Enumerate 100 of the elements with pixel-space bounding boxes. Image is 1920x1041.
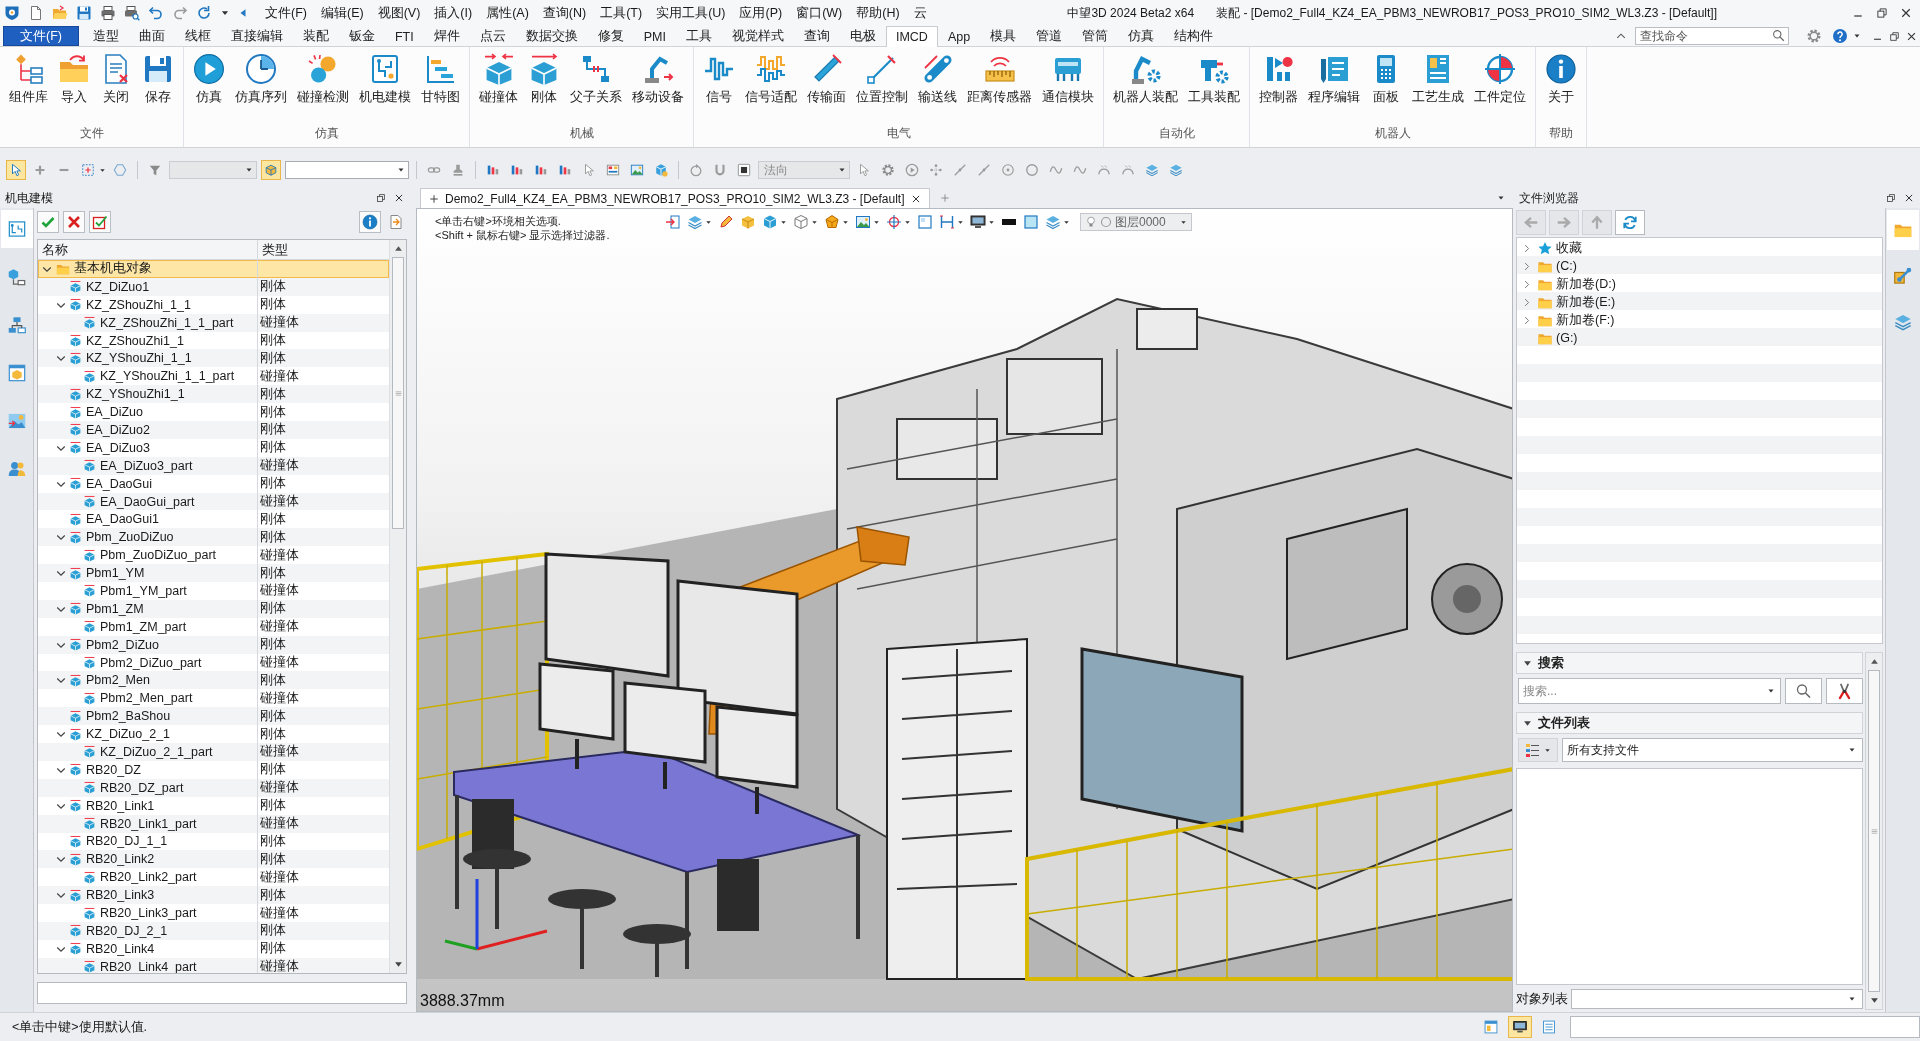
ribbon-button[interactable]: 仿真: [188, 52, 230, 107]
ribbon-button[interactable]: 传输面: [802, 52, 851, 107]
ribbon-tab[interactable]: 装配: [292, 26, 339, 46]
view-options-button[interactable]: [1518, 738, 1558, 762]
caret-down-icon[interactable]: [1497, 194, 1505, 202]
document-tab[interactable]: Demo2_Full4_KZ4_EA_PBM3_NEWROB17_POS3_PRO10_SIM2_WL3.Z3 - [Default]: [420, 188, 930, 208]
caret-down-icon[interactable]: [1180, 218, 1187, 226]
tree-row[interactable]: 基本机电对象: [38, 260, 389, 278]
cube-frame-icon[interactable]: [261, 160, 281, 180]
scrollbar-thumb[interactable]: [1868, 670, 1880, 992]
restore-icon[interactable]: [376, 193, 386, 203]
caret-down-icon[interactable]: [397, 166, 405, 174]
printer-icon[interactable]: [100, 5, 116, 21]
square-icon[interactable]: [917, 214, 933, 230]
search-field[interactable]: 搜索...: [1518, 678, 1781, 704]
ribbon-tab[interactable]: 数据交换: [515, 26, 588, 46]
ribbon-tab[interactable]: FTI: [384, 26, 424, 46]
menu-item[interactable]: 应用(P): [732, 0, 790, 26]
menu-item[interactable]: 帮助(H): [849, 0, 907, 26]
menu-item[interactable]: 查询(N): [535, 0, 594, 26]
tree-row[interactable]: Pbm2_BaShou 刚体: [38, 707, 389, 726]
menu-item[interactable]: 工具(T): [593, 0, 650, 26]
close-icon[interactable]: [1904, 193, 1914, 203]
file-menu-button[interactable]: 文件(F): [3, 26, 79, 46]
ribbon-button[interactable]: 工具装配: [1183, 52, 1245, 107]
filled-square-icon[interactable]: [1023, 214, 1039, 230]
refresh-icon[interactable]: [196, 5, 212, 21]
ribbon-tab[interactable]: 钣金: [338, 26, 385, 46]
restore-icon[interactable]: [1889, 30, 1900, 42]
layers-icon[interactable]: [1045, 214, 1061, 230]
ribbon-button[interactable]: 甘特图: [416, 52, 465, 107]
menu-item[interactable]: 属性(A): [479, 0, 536, 26]
ribbon-button[interactable]: 仿真序列: [230, 52, 292, 107]
ribbon-button[interactable]: 程序编辑: [1303, 52, 1365, 107]
ribbon-tab[interactable]: 查询: [793, 26, 840, 46]
crosshair-icon[interactable]: [886, 214, 902, 230]
tree-row[interactable]: KZ_DiZuo_2_1_part 碰撞体: [38, 743, 389, 761]
ribbon-tab[interactable]: 修复: [587, 26, 634, 46]
ribbon-button[interactable]: 关于: [1540, 52, 1582, 107]
ribbon-button[interactable]: 信号: [698, 52, 740, 107]
ribbon-tab[interactable]: 模具: [980, 26, 1027, 46]
ribbon-button[interactable]: 机器人装配: [1108, 52, 1183, 107]
triangle-down-icon[interactable]: [393, 960, 403, 970]
ribbon-button[interactable]: 通信模块: [1037, 52, 1099, 107]
caret-down-icon[interactable]: [1767, 687, 1775, 695]
exit-arrow-icon[interactable]: [665, 214, 681, 230]
ribbon-button[interactable]: 碰撞体: [474, 52, 523, 107]
tree-row[interactable]: Pbm2_Men 刚体: [38, 671, 389, 690]
menu-item[interactable]: 文件(F): [258, 0, 314, 26]
triangle-left-icon[interactable]: [238, 8, 248, 18]
caret-down-icon[interactable]: [1063, 218, 1070, 226]
file-tree-row[interactable]: (G:): [1517, 329, 1882, 347]
caret-down-icon[interactable]: [705, 218, 712, 226]
dimension-icon[interactable]: [939, 214, 955, 230]
ribbon-button[interactable]: 移动设备: [627, 52, 689, 107]
redo-icon[interactable]: [172, 5, 188, 21]
new-document-icon[interactable]: [28, 5, 44, 21]
pliers-icon[interactable]: [1826, 678, 1863, 704]
caret-down-icon[interactable]: [988, 218, 995, 226]
scrollbar[interactable]: [1865, 652, 1883, 1010]
ribbon-button[interactable]: 碰撞检测: [292, 52, 354, 107]
layer-dropdown[interactable]: 图层0000: [1080, 213, 1192, 231]
tree-row[interactable]: EA_DiZuo2 刚体: [38, 421, 389, 439]
save-icon[interactable]: [76, 5, 92, 21]
circuit-icon[interactable]: [0, 210, 33, 248]
tree-row[interactable]: KZ_YShouZhi_1_1 刚体: [38, 349, 389, 368]
file-tree-row[interactable]: 新加卷(F:): [1517, 311, 1882, 329]
monitor-icon[interactable]: [970, 214, 986, 230]
cube-wire-icon[interactable]: [793, 214, 809, 230]
ribbon-button[interactable]: 机电建模: [354, 52, 416, 107]
menu-item[interactable]: 编辑(E): [313, 0, 371, 26]
monitor-icon[interactable]: [1508, 1016, 1532, 1038]
menu-item[interactable]: 实用工具(U): [649, 0, 733, 26]
help-icon[interactable]: [1832, 28, 1848, 44]
info-icon[interactable]: [359, 211, 381, 233]
ribbon-button[interactable]: 信号适配: [740, 52, 802, 107]
menu-item[interactable]: 窗口(W): [789, 0, 850, 26]
cube-icon[interactable]: [762, 214, 778, 230]
command-search-field[interactable]: 查找命令: [1635, 27, 1789, 45]
ribbon-tab[interactable]: 管道: [1026, 26, 1073, 46]
polyhedron-icon[interactable]: [824, 214, 840, 230]
ribbon-tab[interactable]: PMI: [633, 26, 676, 46]
input-field[interactable]: [37, 982, 407, 1004]
ribbon-button[interactable]: 父子关系: [565, 52, 627, 107]
dropdown-field[interactable]: [285, 161, 409, 179]
triangle-down-icon[interactable]: [1869, 996, 1879, 1005]
column-header[interactable]: 类型: [258, 240, 389, 259]
ribbon-tab[interactable]: 直接编辑: [220, 26, 293, 46]
file-type-dropdown[interactable]: 所有支持文件: [1562, 738, 1863, 762]
box-icon[interactable]: [740, 214, 756, 230]
pencil-icon[interactable]: [718, 214, 734, 230]
menu-item[interactable]: 插入(I): [427, 0, 480, 26]
menu-item[interactable]: 视图(V): [370, 0, 428, 26]
3d-viewport[interactable]: <单击右键>环境相关选项. <Shift + 鼠标右键> 显示选择过滤器. 图层0000 3888.37mm: [416, 208, 1513, 1012]
caret-down-icon[interactable]: [1848, 746, 1856, 754]
file-tree-row[interactable]: 新加卷(D:): [1517, 275, 1882, 293]
undo-icon[interactable]: [148, 5, 164, 21]
caret-down-icon[interactable]: [842, 218, 849, 226]
open-folder-icon[interactable]: [52, 5, 68, 21]
tree-row[interactable]: Pbm1_YM 刚体: [38, 564, 389, 583]
